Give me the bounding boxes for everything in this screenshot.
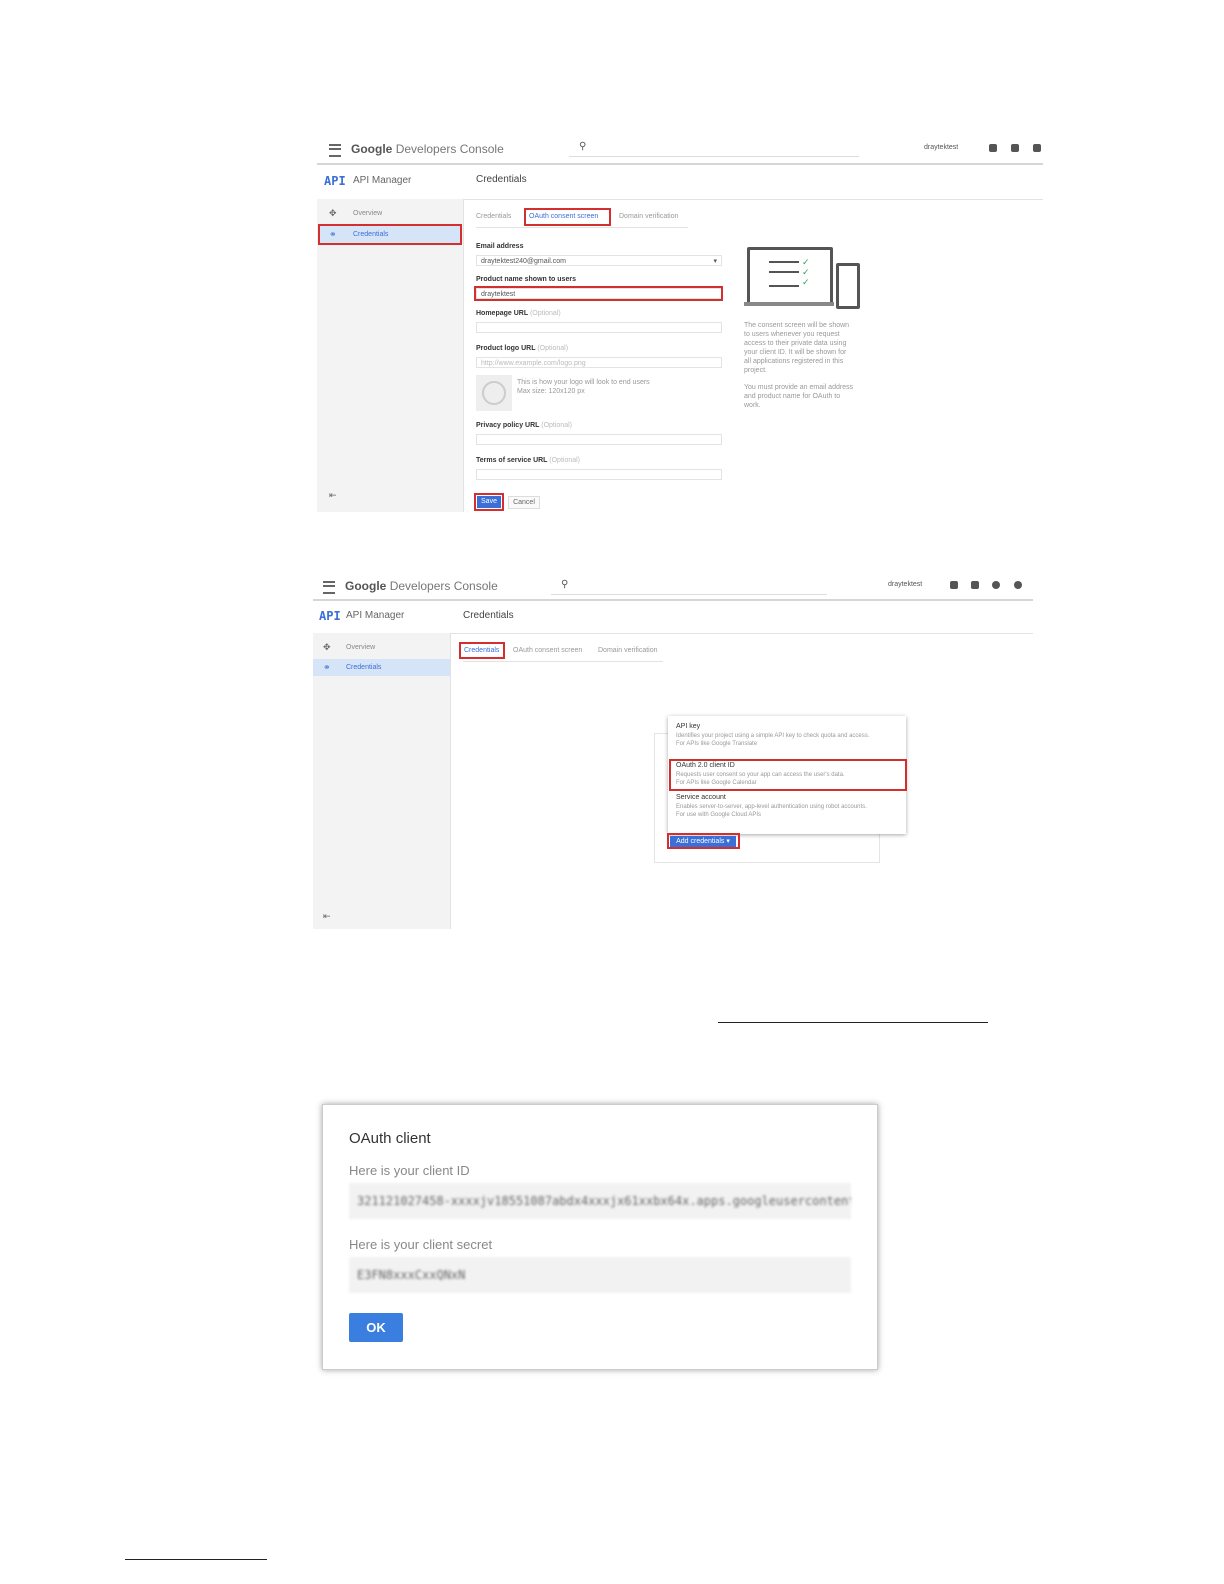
client-secret-label: Here is your client secret [349,1237,493,1252]
laptop-base [744,302,834,306]
checklist-lines [769,261,799,287]
text-underline [718,1022,988,1023]
terms-label: Terms of service URL (Optional) [476,457,581,464]
highlight-oauth-tab [524,208,611,226]
collapse-icon[interactable]: ⇤ [323,911,331,922]
account-menu[interactable]: draytektest [924,144,958,151]
notifications-icon[interactable] [992,581,1000,589]
phone [836,263,860,309]
client-id-label: Here is your client ID [349,1163,470,1178]
client-id-field[interactable]: 321121027458-xxxxjv18551087abdx4xxxjx61x… [349,1183,851,1219]
consent-illustration: ✓ ✓ ✓ [744,245,864,309]
highlight-add-credentials [667,833,740,849]
checklist-line [769,271,799,273]
page-title: Credentials [463,610,514,621]
highlight-product-name [474,286,723,301]
highlight-credentials-tab [459,642,505,659]
nav-credentials-row[interactable] [313,659,450,676]
header-divider [450,633,1033,634]
homepage-label: Homepage URL (Optional) [476,310,561,317]
add-credentials-menu: API key Identifies your project using a … [668,716,907,834]
consent-info: The consent screen will be shown to user… [744,322,854,409]
api-logo: API [324,174,346,188]
api-manager-title: API Manager [353,175,412,186]
logo-hint: This is how your logo will look to end u… [517,379,650,395]
tab-credentials[interactable]: Credentials [476,213,511,220]
key-icon: ⚭ [323,662,331,672]
oauth-client-dialog: OAuth client Here is your client ID 3211… [322,1104,878,1370]
api-manager-title: API Manager [346,610,405,621]
privacy-input[interactable] [476,434,722,445]
nav-credentials[interactable]: Credentials [346,664,381,671]
header-divider [463,199,1043,200]
brand: Google Developers Console [351,142,504,156]
search-input[interactable]: ⚲ [551,576,827,595]
menu-item-api-key[interactable]: API key [676,723,700,730]
no-image-icon [482,381,506,405]
chevron-down-icon: ▾ [713,258,717,265]
logo-preview [476,375,512,411]
consent-screen-screenshot: Google Developers Console ⚲ draytektest … [317,135,1043,512]
ok-button[interactable]: OK [349,1313,403,1342]
email-select[interactable]: draytektest240@gmail.com ▾ [476,255,722,266]
collapse-icon[interactable]: ⇤ [329,490,337,501]
client-secret-field[interactable]: E3FN8xxxCxxQNxN [349,1257,851,1293]
search-icon: ⚲ [561,579,569,590]
gift-icon[interactable] [989,144,997,152]
terms-input[interactable] [476,469,722,480]
logo-url-input[interactable]: http://www.example.com/logo.png [476,357,722,368]
search-input[interactable]: ⚲ [569,138,859,157]
search-icon: ⚲ [579,141,587,152]
api-manager-header: API API Manager [313,601,450,634]
api-manager-header: API API Manager [317,165,463,200]
tabs-underline [463,661,663,662]
highlight-save [474,493,504,511]
nav-overview[interactable]: Overview [353,210,382,217]
email-label: Email address [476,243,524,250]
dialog-title: OAuth client [349,1130,431,1147]
terminal-icon[interactable] [1011,144,1019,152]
cancel-button[interactable]: Cancel [508,496,540,509]
highlight-oauth-client-id [669,759,907,791]
tab-oauth-consent-screen[interactable]: OAuth consent screen [513,647,582,654]
homepage-input[interactable] [476,322,722,333]
top-bar: Google Developers Console ⚲ draytektest [313,573,1033,601]
menu-item-service-account-desc: Enables server-to-server, app-level auth… [676,804,867,818]
menu-icon[interactable] [323,581,335,594]
left-nav: ✥ Overview ⚭ Credentials ⇤ [317,199,464,512]
footnote-underline [125,1559,267,1560]
product-name-label: Product name shown to users [476,276,576,283]
left-nav: ✥ Overview ⚭ Credentials ⇤ [313,633,451,929]
menu-item-service-account[interactable]: Service account [676,794,726,801]
api-logo: API [319,609,341,623]
overview-icon: ✥ [323,642,331,652]
highlight-credentials-nav [318,224,462,245]
menu-icon[interactable] [329,144,341,157]
page-title: Credentials [476,174,527,185]
menu-item-api-key-desc: Identifies your project using a simple A… [676,733,870,747]
account-menu[interactable]: draytektest [888,581,922,588]
notifications-icon[interactable] [1033,144,1041,152]
check-icon: ✓ ✓ ✓ [802,257,810,287]
top-bar: Google Developers Console ⚲ draytektest [317,135,1043,165]
nav-overview[interactable]: Overview [346,644,375,651]
credentials-screenshot: Google Developers Console ⚲ draytektest … [313,573,1033,929]
terminal-icon[interactable] [971,581,979,589]
tabs-underline [476,227,688,228]
overview-icon: ✥ [329,208,337,218]
tab-domain-verification[interactable]: Domain verification [598,647,658,654]
logo-url-label: Product logo URL (Optional) [476,345,569,352]
brand: Google Developers Console [345,579,498,593]
tab-domain-verification[interactable]: Domain verification [619,213,679,220]
privacy-label: Privacy policy URL (Optional) [476,422,572,429]
gift-icon[interactable] [950,581,958,589]
help-icon[interactable] [1014,581,1022,589]
